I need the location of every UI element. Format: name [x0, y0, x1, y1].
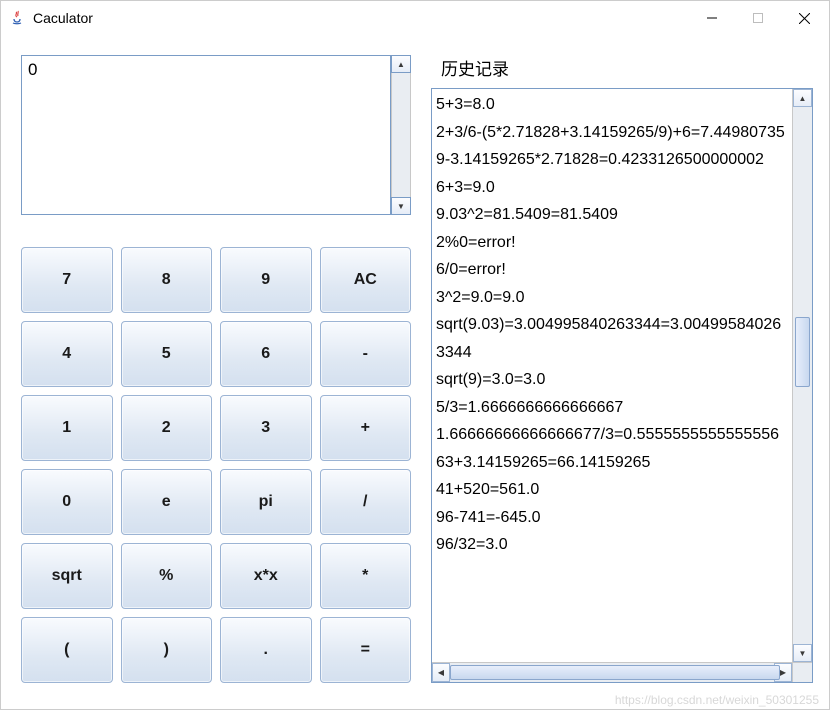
- history-entry: 6/0=error!: [436, 256, 788, 284]
- key-r4c3[interactable]: *: [320, 543, 412, 609]
- history-entry: 5+3=8.0: [436, 91, 788, 119]
- history-entry: 2+3/6-(5*2.71828+3.14159265/9)+6=7.44980…: [436, 119, 788, 147]
- java-icon: [9, 10, 25, 26]
- key-5[interactable]: 5: [121, 321, 213, 387]
- spinner-up-icon[interactable]: ▲: [391, 55, 411, 73]
- history-entry: 41+520=561.0: [436, 476, 788, 504]
- key-e[interactable]: e: [121, 469, 213, 535]
- scroll-up-icon[interactable]: ▲: [793, 89, 812, 107]
- content-area: 0 ▲ ▼ 789AC456-123+0epi/sqrt%x*x*().= 历史…: [1, 35, 829, 693]
- key-sqrt[interactable]: sqrt: [21, 543, 113, 609]
- display-spinner: ▲ ▼: [391, 55, 411, 215]
- key-r5c3[interactable]: =: [320, 617, 412, 683]
- display-wrap: 0 ▲ ▼: [21, 55, 411, 215]
- history-entry: 2%0=error!: [436, 229, 788, 257]
- display[interactable]: 0: [21, 55, 391, 215]
- minimize-button[interactable]: [689, 3, 735, 33]
- watermark: https://blog.csdn.net/weixin_50301255: [615, 693, 819, 707]
- spinner-track: [391, 73, 411, 197]
- maximize-button[interactable]: [735, 3, 781, 33]
- key-9[interactable]: 9: [220, 247, 312, 313]
- horizontal-scrollbar[interactable]: ◀ ▶: [432, 662, 792, 682]
- key-3[interactable]: 3: [220, 395, 312, 461]
- key-r5c0[interactable]: (: [21, 617, 113, 683]
- history-label: 历史记录: [431, 55, 813, 88]
- close-button[interactable]: [781, 3, 827, 33]
- key-r1c3[interactable]: -: [320, 321, 412, 387]
- key-7[interactable]: 7: [21, 247, 113, 313]
- key-0[interactable]: 0: [21, 469, 113, 535]
- spinner-down-icon[interactable]: ▼: [391, 197, 411, 215]
- calculator-panel: 0 ▲ ▼ 789AC456-123+0epi/sqrt%x*x*().=: [21, 55, 411, 683]
- history-entry: sqrt(9.03)=3.004995840263344=3.004995840…: [436, 311, 788, 366]
- vscroll-thumb[interactable]: [795, 317, 810, 387]
- key-r3c3[interactable]: /: [320, 469, 412, 535]
- history-entry: 6+3=9.0: [436, 174, 788, 202]
- keypad: 789AC 456- 123+0epi/ sqrt%x*x* ().=: [21, 247, 411, 683]
- key-xx[interactable]: x*x: [220, 543, 312, 609]
- history-entry: 3^2=9.0=9.0: [436, 284, 788, 312]
- titlebar: Caculator: [1, 1, 829, 35]
- history-entry: 9.03^2=81.5409=81.5409: [436, 201, 788, 229]
- key-4[interactable]: 4: [21, 321, 113, 387]
- key-pi[interactable]: pi: [220, 469, 312, 535]
- key-1[interactable]: 1: [21, 395, 113, 461]
- history-entry: 63+3.14159265=66.14159265: [436, 449, 788, 477]
- key-ac[interactable]: AC: [320, 247, 412, 313]
- history-panel: 历史记录 5+3=8.02+3/6-(5*2.71828+3.14159265/…: [431, 55, 819, 683]
- history-entry: 9-3.14159265*2.71828=0.4233126500000002: [436, 146, 788, 174]
- hscroll-thumb[interactable]: [450, 665, 780, 680]
- key-6[interactable]: 6: [220, 321, 312, 387]
- history-entry: 5/3=1.6666666666666667: [436, 394, 788, 422]
- hscroll-track[interactable]: [450, 663, 774, 682]
- key-r4c1[interactable]: %: [121, 543, 213, 609]
- scroll-down-icon[interactable]: ▼: [793, 644, 812, 662]
- scroll-corner: [792, 662, 812, 682]
- vscroll-track[interactable]: [793, 107, 812, 644]
- key-2[interactable]: 2: [121, 395, 213, 461]
- key-r5c1[interactable]: ): [121, 617, 213, 683]
- history-entry: sqrt(9)=3.0=3.0: [436, 366, 788, 394]
- key-r2c3[interactable]: +: [320, 395, 412, 461]
- history-entry: 1.66666666666666677/3=0.5555555555555556: [436, 421, 788, 449]
- history-box: 5+3=8.02+3/6-(5*2.71828+3.14159265/9)+6=…: [431, 88, 813, 683]
- window-title: Caculator: [33, 10, 93, 26]
- scroll-left-icon[interactable]: ◀: [432, 663, 450, 682]
- vertical-scrollbar[interactable]: ▲ ▼: [792, 89, 812, 662]
- history-list[interactable]: 5+3=8.02+3/6-(5*2.71828+3.14159265/9)+6=…: [432, 89, 792, 662]
- key-8[interactable]: 8: [121, 247, 213, 313]
- key-r5c2[interactable]: .: [220, 617, 312, 683]
- history-entry: 96-741=-645.0: [436, 504, 788, 532]
- history-entry: 96/32=3.0: [436, 531, 788, 559]
